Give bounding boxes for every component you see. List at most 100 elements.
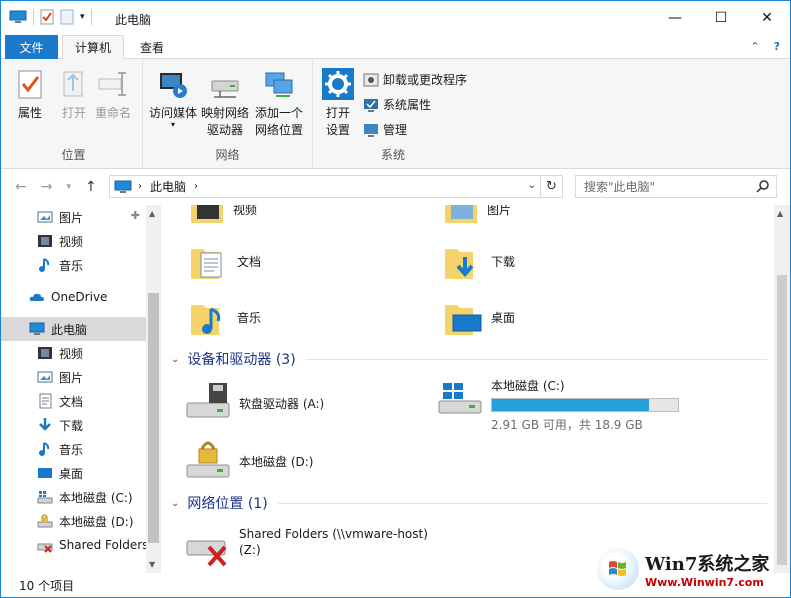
add-network-label-2: 网络位置 — [255, 123, 304, 137]
minimize-button[interactable]: — — [652, 1, 698, 35]
map-drive-button[interactable]: 映射网络 驱动器 — [201, 67, 249, 139]
forward-arrow-icon[interactable]: → — [41, 179, 53, 195]
documents-folder-icon — [191, 249, 222, 279]
drive-c[interactable]: 本地磁盘 (C:) 2.91 GB 可用，共 18.9 GB — [437, 377, 679, 433]
folder-label: 图片 — [487, 205, 512, 217]
section-chevron-icon[interactable]: ⌄ — [171, 354, 179, 365]
item-count: 10 个项目 — [19, 578, 75, 593]
folder-label: 视频 — [233, 205, 258, 217]
rename-button[interactable]: 重命名 — [95, 67, 131, 122]
nav-scrollbar[interactable]: ▲ ▼ — [146, 205, 161, 573]
nav-item-shared-folders[interactable]: Shared Folders — [1, 533, 148, 557]
drive-c-usage-fill — [492, 399, 650, 411]
nav-item-videos-pc[interactable]: 视频 — [1, 341, 146, 365]
nav-item-disk-d[interactable]: 本地磁盘 (D:) — [1, 509, 146, 533]
drive-d[interactable]: 本地磁盘 (D:) — [185, 437, 313, 481]
section-devices[interactable]: ⌄ 设备和驱动器 (3) — [171, 349, 767, 369]
tab-computer[interactable]: 计算机 — [62, 35, 124, 60]
computer-icon[interactable] — [9, 10, 27, 24]
nav-item-pictures[interactable]: 图片 ✚ — [1, 205, 146, 229]
manage-button[interactable]: 管理 — [363, 121, 407, 138]
new-folder-qat-icon[interactable] — [60, 9, 74, 25]
onedrive-cloud-icon — [29, 293, 44, 301]
properties-label: 属性 — [17, 106, 42, 120]
tab-file[interactable]: 文件 — [5, 35, 58, 59]
folder-desktop[interactable]: 桌面 — [443, 297, 515, 337]
group-location-label: 位置 — [61, 148, 86, 162]
media-dropdown-icon: ▾ — [171, 120, 176, 129]
nav-item-music[interactable]: 音乐 — [1, 253, 146, 277]
downloads-folder-icon — [445, 249, 474, 279]
scroll-down-icon[interactable]: ▼ — [149, 560, 155, 569]
disconnected-drive-icon — [37, 543, 53, 553]
nav-label: 此电脑 — [51, 322, 88, 337]
scroll-up-icon[interactable]: ▲ — [777, 209, 783, 218]
access-media-button[interactable]: 访问媒体 ▾ — [149, 67, 197, 129]
network-drive-shared[interactable]: Shared Folders (\\vmware-host) (Z:) — [185, 525, 428, 569]
settings-gear-icon — [322, 68, 354, 100]
nav-item-documents[interactable]: 文档 — [1, 389, 146, 413]
nav-item-this-pc[interactable]: 此电脑 — [1, 317, 146, 341]
refresh-icon[interactable]: ↻ — [540, 176, 562, 197]
folder-videos[interactable]: 视频 — [189, 205, 257, 227]
close-button[interactable]: ✕ — [744, 1, 790, 35]
help-icon[interactable]: ? — [774, 40, 780, 53]
nav-item-desktop[interactable]: 桌面 — [1, 461, 146, 485]
qat-dropdown-icon[interactable]: ▾ — [80, 12, 85, 22]
search-box[interactable]: 搜索"此电脑" — [575, 175, 777, 198]
back-arrow-icon[interactable]: ← — [15, 179, 27, 195]
address-bar[interactable]: › 此电脑 › ⌄ ↻ — [109, 175, 563, 198]
folder-music[interactable]: 音乐 — [189, 297, 261, 337]
window-title: 此电脑 — [115, 13, 152, 27]
uninstall-program-button[interactable]: 卸载或更改程序 — [363, 71, 467, 88]
address-dropdown-icon[interactable]: ⌄ — [528, 180, 536, 191]
folder-label: 音乐 — [237, 310, 262, 325]
nav-item-music-pc[interactable]: 音乐 — [1, 437, 146, 461]
nav-item-disk-c[interactable]: 本地磁盘 (C:) — [1, 485, 146, 509]
folder-pictures[interactable]: 图片 — [443, 205, 511, 227]
nav-label: 图片 — [59, 370, 84, 385]
nav-item-videos[interactable]: 视频 — [1, 229, 146, 253]
ribbon-tabs: 文件 计算机 查看 ⌃ ? — [1, 35, 790, 60]
windows-flag-icon — [609, 561, 626, 576]
maximize-button[interactable]: ☐ — [698, 1, 744, 35]
open-button[interactable]: 打开 — [57, 67, 91, 122]
tab-view[interactable]: 查看 — [130, 35, 174, 59]
scroll-up-icon[interactable]: ▲ — [149, 209, 155, 218]
up-arrow-icon[interactable]: ↑ — [85, 179, 97, 195]
pictures-icon — [37, 371, 53, 383]
system-properties-button[interactable]: 系统属性 — [363, 96, 431, 113]
nav-scroll-thumb[interactable] — [148, 293, 159, 543]
drive-floppy[interactable]: 软盘驱动器 (A:) — [185, 381, 324, 421]
drive-c-usage-bar — [491, 398, 679, 412]
nav-item-downloads[interactable]: 下载 — [1, 413, 146, 437]
content-scroll-thumb[interactable] — [777, 275, 787, 565]
pin-icon[interactable]: ✚ — [131, 209, 140, 222]
add-network-location-button[interactable]: 添加一个 网络位置 — [255, 67, 303, 139]
download-arrow-icon — [39, 418, 51, 431]
nav-item-pictures-pc[interactable]: 图片 — [1, 365, 146, 389]
breadcrumb-this-pc[interactable]: 此电脑 — [150, 178, 186, 195]
group-network-label: 网络 — [215, 148, 240, 162]
disconnected-network-drive-icon — [186, 540, 227, 567]
group-system-label: 系统 — [380, 148, 405, 162]
section-network-locations[interactable]: ⌄ 网络位置 (1) — [171, 493, 767, 513]
floppy-drive-icon — [186, 383, 230, 418]
ribbon-right-controls: ⌃ ? — [750, 40, 780, 53]
properties-button[interactable]: 属性 — [13, 67, 47, 122]
section-chevron-icon[interactable]: ⌄ — [171, 498, 179, 509]
breadcrumb-chevron-icon[interactable]: › — [194, 181, 198, 192]
folder-downloads[interactable]: 下载 — [443, 241, 515, 281]
open-icon — [63, 71, 83, 97]
watermark-title: Win7系统之家 — [645, 553, 770, 575]
folder-documents[interactable]: 文档 — [189, 241, 261, 281]
breadcrumb-chevron-icon[interactable]: › — [138, 181, 142, 192]
recent-locations-icon[interactable]: ▾ — [66, 182, 71, 192]
content-scrollbar[interactable]: ▲ — [774, 205, 790, 573]
manage-icon — [364, 123, 378, 137]
nav-item-onedrive[interactable]: OneDrive — [1, 285, 146, 309]
navigation-pane: 图片 ✚ 视频 音乐 OneDrive 此电脑 视频 图片 文档 下载 音乐 桌… — [1, 205, 161, 573]
collapse-ribbon-icon[interactable]: ⌃ — [750, 40, 759, 53]
open-settings-button[interactable]: 打开 设置 — [321, 67, 355, 139]
properties-qat-icon[interactable] — [40, 9, 54, 25]
